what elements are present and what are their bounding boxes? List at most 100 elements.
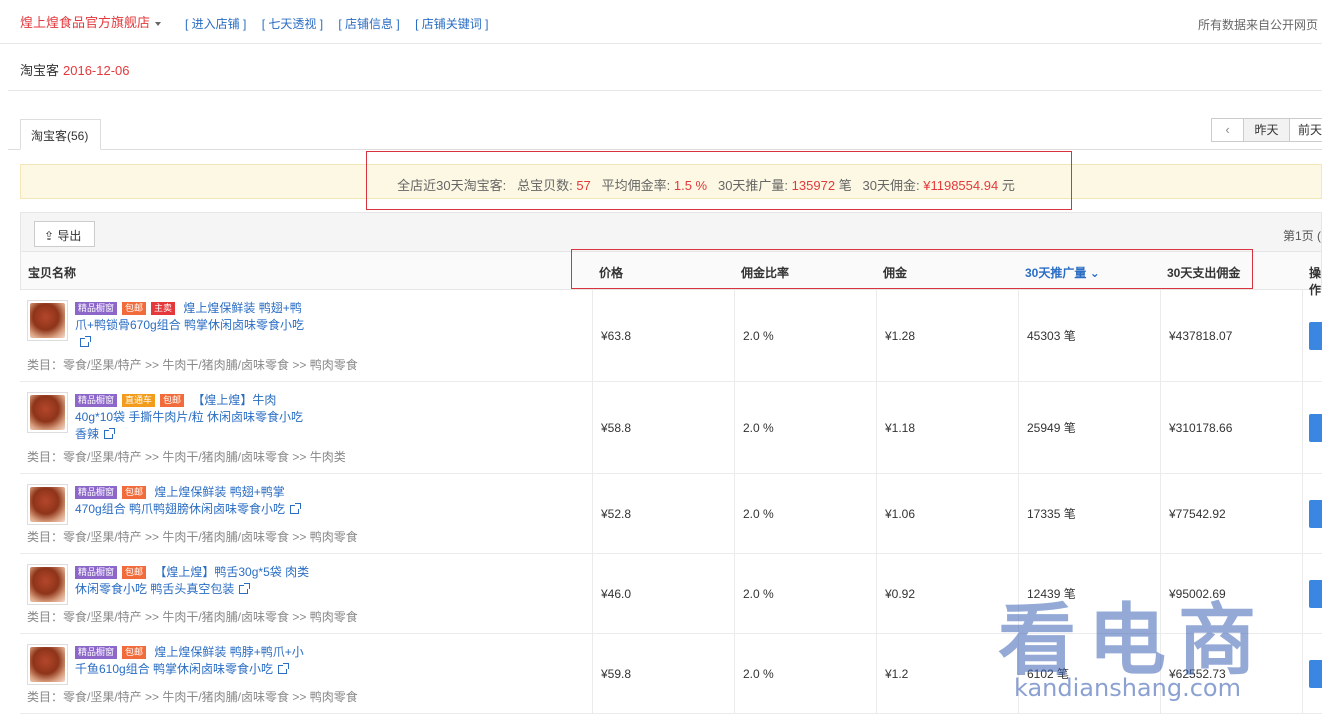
table-row: 精品橱窗 包邮 煌上煌保鲜装 鸭翅+鸭掌 470g组合 鸭爪鸭翅膀休闲卤味零食小吃… — [20, 474, 1322, 554]
external-link-icon[interactable] — [239, 583, 251, 594]
tag-badge: 精品橱窗 — [75, 394, 118, 407]
product-title-block: 精品橱窗 包邮 煌上煌保鲜装 鸭翅+鸭掌 470g组合 鸭爪鸭翅膀休闲卤味零食小吃 — [75, 484, 325, 518]
table-row: 精品橱窗 直通车 包邮 【煌上煌】牛肉 40g*10袋 手撕牛肉片/粒 休闲卤味零食… — [20, 382, 1322, 474]
seven-day-link[interactable]: [ 七天透视 ] — [262, 17, 323, 31]
tab-divider — [8, 149, 1322, 150]
shop-keywords-link[interactable]: [ 店铺关键词 ] — [415, 17, 488, 31]
product-title-block: 精品橱窗 直通车 包邮 【煌上煌】牛肉 40g*10袋 手撕牛肉片/粒 休闲卤味零食… — [75, 392, 325, 443]
highlight-box-columns — [571, 249, 1253, 289]
action-button[interactable] — [1309, 322, 1322, 350]
rate-cell: 2.0 % — [734, 554, 876, 633]
export-icon: ⇪ — [44, 229, 55, 243]
product-title-link[interactable]: 千鱼610g组合 鸭掌休闲卤味零食小吃 — [75, 662, 273, 676]
page-info: 第1页 ( — [1282, 229, 1321, 243]
price-cell: ¥63.8 — [592, 290, 734, 381]
table-row: 精品橱窗 包邮 煌上煌保鲜装 鸭脖+鸭爪+小 千鱼610g组合 鸭掌休闲卤味零食小… — [20, 634, 1322, 714]
product-title-link[interactable]: 煌上煌保鲜装 鸭脖+鸭爪+小 — [154, 645, 303, 659]
export-button[interactable]: ⇪ 导出 — [34, 221, 95, 247]
table-row: 精品橱窗 包邮 主卖 煌上煌保鲜装 鸭翅+鸭 爪+鸭锁骨670g组合 鸭掌休闲卤味零… — [20, 290, 1322, 382]
product-thumbnail[interactable] — [27, 300, 68, 341]
external-link-icon[interactable] — [104, 428, 116, 439]
table-toolbar: ⇪ 导出 第1页 ( — [20, 212, 1322, 252]
tag-badge: 精品橱窗 — [75, 302, 118, 315]
product-title-link[interactable]: 【煌上煌】鸭舌30g*5袋 肉类 — [154, 565, 309, 579]
price-cell: ¥46.0 — [592, 554, 734, 633]
commission-cell: ¥1.06 — [876, 474, 1018, 553]
product-category: 类目：零食/坚果/特产 >> 牛肉干/猪肉脯/卤味零食 >> 牛肉类 — [27, 450, 346, 464]
rate-cell: 2.0 % — [734, 634, 876, 713]
product-title-link[interactable]: 休闲零食小吃 鸭舌头真空包装 — [75, 582, 234, 596]
action-button[interactable] — [1309, 580, 1322, 608]
rate-cell: 2.0 % — [734, 382, 876, 473]
shop-info-link[interactable]: [ 店铺信息 ] — [338, 17, 399, 31]
product-category: 类目：零食/坚果/特产 >> 牛肉干/猪肉脯/卤味零食 >> 鸭肉零食 — [27, 530, 358, 544]
tag-badge: 包邮 — [122, 566, 147, 579]
promo-cell: 6102 笔 — [1018, 634, 1160, 713]
product-thumbnail[interactable] — [27, 644, 68, 685]
promo-cell: 12439 笔 — [1018, 554, 1160, 633]
paid-cell: ¥95002.69 — [1160, 554, 1302, 633]
export-label: 导出 — [57, 229, 82, 243]
product-category: 类目：零食/坚果/特产 >> 牛肉干/猪肉脯/卤味零食 >> 鸭肉零食 — [27, 358, 358, 372]
tag-badge: 精品橱窗 — [75, 566, 118, 579]
product-title-link[interactable]: 470g组合 鸭爪鸭翅膀休闲卤味零食小吃 — [75, 502, 285, 516]
tag-badge: 直通车 — [122, 394, 156, 407]
action-button[interactable] — [1309, 500, 1322, 528]
paid-cell: ¥310178.66 — [1160, 382, 1302, 473]
product-category: 类目：零食/坚果/特产 >> 牛肉干/猪肉脯/卤味零食 >> 鸭肉零食 — [27, 690, 358, 704]
day-before-button[interactable]: 前天 — [1290, 119, 1322, 141]
rate-cell: 2.0 % — [734, 290, 876, 381]
yesterday-button[interactable]: 昨天 — [1244, 119, 1290, 141]
section-date: 2016-12-06 — [63, 63, 130, 78]
tag-badge: 包邮 — [122, 302, 147, 315]
price-cell: ¥52.8 — [592, 474, 734, 553]
external-link-icon[interactable] — [290, 503, 302, 514]
section-label: 淘宝客 — [20, 63, 60, 78]
product-title-link[interactable]: 香辣 — [75, 427, 99, 441]
source-note: 所有数据来自公开网页 — [1197, 18, 1318, 32]
commission-cell: ¥1.18 — [876, 382, 1018, 473]
rate-cell: 2.0 % — [734, 474, 876, 553]
shop-name-dropdown[interactable]: 煌上煌食品官方旗舰店 — [20, 12, 162, 31]
product-thumbnail[interactable] — [27, 484, 68, 525]
tag-badge: 包邮 — [122, 486, 147, 499]
tag-badge: 包邮 — [122, 646, 147, 659]
external-link-icon[interactable] — [80, 336, 91, 347]
paid-cell: ¥77542.92 — [1160, 474, 1302, 553]
section-title: 淘宝客 2016-12-06 — [20, 60, 130, 79]
prev-day-button[interactable]: ‹ — [1212, 119, 1244, 141]
tab-taobaoke[interactable]: 淘宝客(56) — [20, 119, 101, 150]
shop-name: 煌上煌食品官方旗舰店 — [20, 15, 151, 30]
tag-badge: 精品橱窗 — [75, 646, 118, 659]
action-button[interactable] — [1309, 660, 1322, 688]
col-name: 宝贝名称 — [28, 266, 77, 280]
top-bar: 煌上煌食品官方旗舰店 [ 进入店铺 ] [ 七天透视 ] [ 店铺信息 ] [ … — [0, 0, 1322, 44]
divider — [8, 90, 1322, 91]
product-title-link[interactable]: 40g*10袋 手撕牛肉片/粒 休闲卤味零食小吃 — [75, 410, 303, 424]
caret-down-icon — [155, 21, 162, 26]
enter-shop-link[interactable]: [ 进入店铺 ] — [185, 17, 246, 31]
tag-badge: 精品橱窗 — [75, 486, 118, 499]
highlight-box-summary — [366, 151, 1072, 210]
commission-cell: ¥1.28 — [876, 290, 1018, 381]
product-thumbnail[interactable] — [27, 392, 68, 433]
price-cell: ¥59.8 — [592, 634, 734, 713]
product-title-block: 精品橱窗 包邮 煌上煌保鲜装 鸭脖+鸭爪+小 千鱼610g组合 鸭掌休闲卤味零食小… — [75, 644, 325, 678]
product-title-link[interactable]: 煌上煌保鲜装 鸭翅+鸭掌 — [154, 485, 284, 499]
product-title-link[interactable]: 爪+鸭锁骨670g组合 鸭掌休闲卤味零食小吃 — [75, 318, 304, 332]
product-title-link[interactable]: 煌上煌保鲜装 鸭翅+鸭 — [183, 301, 301, 315]
action-button[interactable] — [1309, 414, 1322, 442]
price-cell: ¥58.8 — [592, 382, 734, 473]
paid-cell: ¥62552.73 — [1160, 634, 1302, 713]
external-link-icon[interactable] — [278, 663, 290, 674]
tag-badge: 主卖 — [151, 302, 176, 315]
paid-cell: ¥437818.07 — [1160, 290, 1302, 381]
product-category: 类目：零食/坚果/特产 >> 牛肉干/猪肉脯/卤味零食 >> 鸭肉零食 — [27, 610, 358, 624]
day-navigator: ‹ 昨天 前天 — [1211, 118, 1322, 142]
product-title-block: 精品橱窗 包邮 主卖 煌上煌保鲜装 鸭翅+鸭 爪+鸭锁骨670g组合 鸭掌休闲卤味零… — [75, 300, 325, 351]
commission-cell: ¥0.92 — [876, 554, 1018, 633]
product-title-link[interactable]: 【煌上煌】牛肉 — [192, 393, 276, 407]
tag-badge: 包邮 — [160, 394, 185, 407]
product-title-block: 精品橱窗 包邮 【煌上煌】鸭舌30g*5袋 肉类 休闲零食小吃 鸭舌头真空包装 — [75, 564, 325, 598]
product-thumbnail[interactable] — [27, 564, 68, 605]
